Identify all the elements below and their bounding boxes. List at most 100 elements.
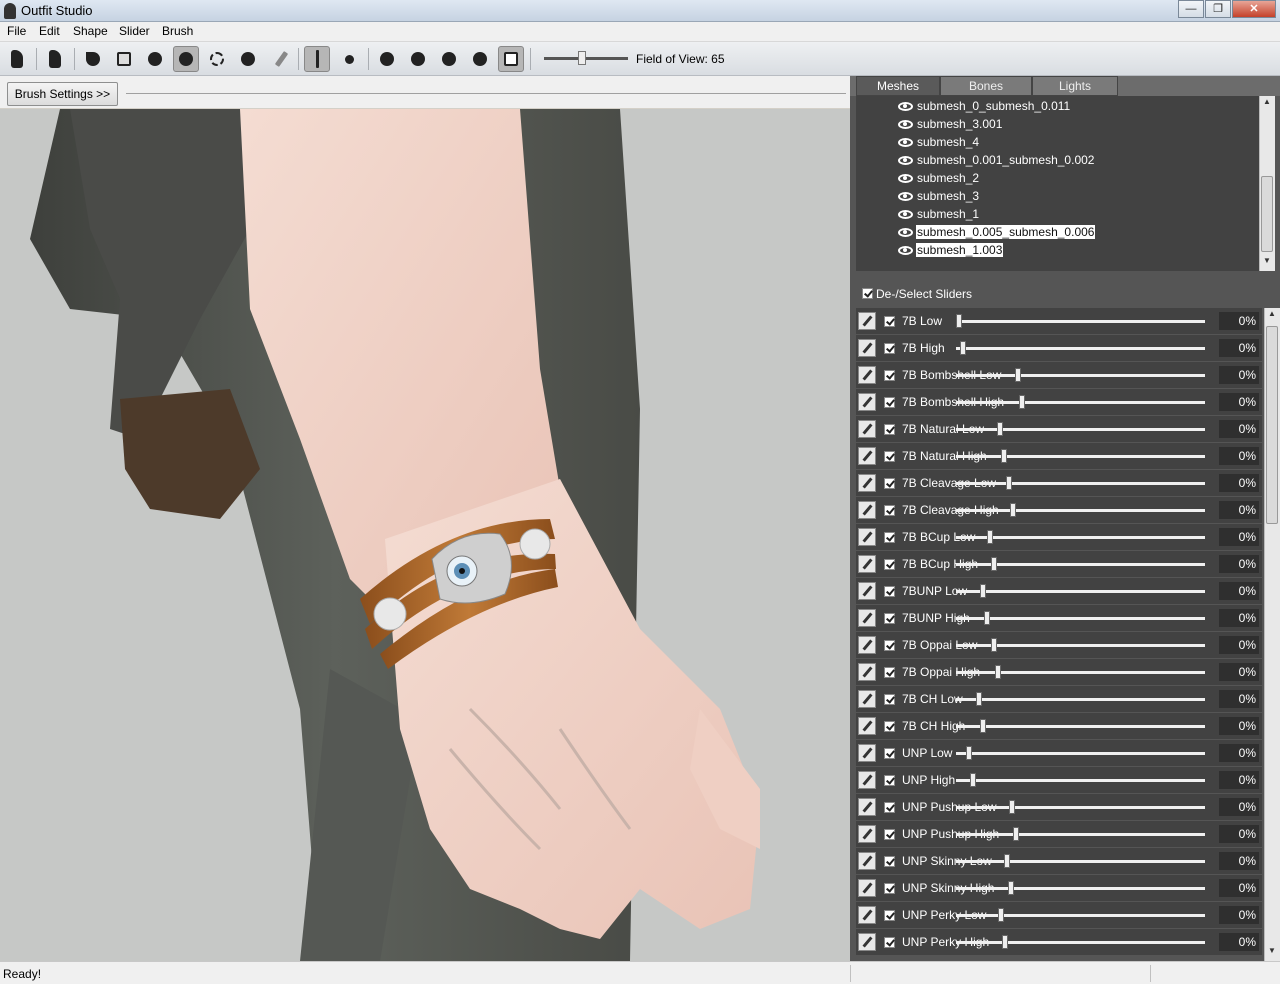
deflate-brush-icon[interactable] — [173, 46, 199, 72]
slider-value[interactable]: 0% — [1219, 582, 1259, 600]
scroll-down-icon[interactable]: ▼ — [1265, 946, 1279, 960]
slider-track[interactable] — [956, 374, 1205, 377]
mesh-row[interactable]: submesh_0.005_submesh_0.006 — [898, 223, 1096, 241]
slider-thumb[interactable] — [1009, 800, 1015, 814]
move-brush-icon[interactable] — [204, 46, 230, 72]
slider-track[interactable] — [956, 509, 1205, 512]
slider-track[interactable] — [956, 860, 1205, 863]
smooth-brush-icon[interactable] — [235, 46, 261, 72]
slider-thumb[interactable] — [970, 773, 976, 787]
visibility-eye-icon[interactable] — [898, 245, 913, 255]
view-back-icon[interactable] — [405, 46, 431, 72]
edit-slider-icon[interactable] — [858, 663, 876, 681]
select-brush-icon[interactable] — [80, 46, 106, 72]
slider-track[interactable] — [956, 779, 1205, 782]
slider-track[interactable] — [956, 941, 1205, 944]
slider-value[interactable]: 0% — [1219, 339, 1259, 357]
slider-value[interactable]: 0% — [1219, 906, 1259, 924]
slider-track[interactable] — [956, 455, 1205, 458]
slider-value[interactable]: 0% — [1219, 933, 1259, 951]
slider-checkbox[interactable] — [884, 775, 895, 786]
slider-thumb[interactable] — [1008, 881, 1014, 895]
slider-value[interactable]: 0% — [1219, 717, 1259, 735]
connected-only-icon[interactable] — [336, 46, 362, 72]
edit-slider-icon[interactable] — [858, 825, 876, 843]
slider-track[interactable] — [956, 482, 1205, 485]
slider-track[interactable] — [956, 725, 1205, 728]
visibility-eye-icon[interactable] — [898, 101, 913, 111]
slider-checkbox[interactable] — [884, 856, 895, 867]
visibility-eye-icon[interactable] — [898, 173, 913, 183]
field-of-view-slider[interactable] — [544, 57, 628, 60]
slider-checkbox[interactable] — [884, 829, 895, 840]
edit-slider-icon[interactable] — [858, 474, 876, 492]
slider-thumb[interactable] — [995, 665, 1001, 679]
slider-checkbox[interactable] — [884, 451, 895, 462]
edit-slider-icon[interactable] — [858, 582, 876, 600]
slider-thumb[interactable] — [966, 746, 972, 760]
slider-thumb[interactable] — [976, 692, 982, 706]
scroll-down-icon[interactable]: ▼ — [1260, 256, 1274, 270]
slider-checkbox[interactable] — [884, 505, 895, 516]
edit-slider-icon[interactable] — [858, 393, 876, 411]
slider-checkbox[interactable] — [884, 748, 895, 759]
edit-slider-icon[interactable] — [858, 798, 876, 816]
visibility-eye-icon[interactable] — [898, 227, 913, 237]
view-left-icon[interactable] — [436, 46, 462, 72]
slider-track[interactable] — [956, 833, 1205, 836]
edit-slider-icon[interactable] — [858, 771, 876, 789]
mesh-row[interactable]: submesh_0.001_submesh_0.002 — [898, 151, 1095, 169]
visibility-eye-icon[interactable] — [898, 119, 913, 129]
mesh-row[interactable]: submesh_1 — [898, 205, 980, 223]
close-button[interactable]: ✕ — [1232, 0, 1276, 18]
slider-thumb[interactable] — [991, 638, 997, 652]
edit-slider-icon[interactable] — [858, 636, 876, 654]
edit-slider-icon[interactable] — [858, 447, 876, 465]
edit-slider-icon[interactable] — [858, 312, 876, 330]
mesh-row[interactable]: submesh_3.001 — [898, 115, 1003, 133]
slider-checkbox[interactable] — [884, 667, 895, 678]
tab-lights[interactable]: Lights — [1032, 76, 1118, 96]
slider-track[interactable] — [956, 536, 1205, 539]
slider-checkbox[interactable] — [884, 694, 895, 705]
slider-checkbox[interactable] — [884, 721, 895, 732]
slider-checkbox[interactable] — [884, 640, 895, 651]
slider-value[interactable]: 0% — [1219, 744, 1259, 762]
slider-value[interactable]: 0% — [1219, 771, 1259, 789]
slider-value[interactable]: 0% — [1219, 825, 1259, 843]
slider-track[interactable] — [956, 347, 1205, 350]
slider-checkbox[interactable] — [884, 316, 895, 327]
slider-value[interactable]: 0% — [1219, 528, 1259, 546]
slider-checkbox[interactable] — [884, 532, 895, 543]
slider-track[interactable] — [956, 671, 1205, 674]
slider-track[interactable] — [956, 428, 1205, 431]
slider-track[interactable] — [956, 752, 1205, 755]
slider-track[interactable] — [956, 617, 1205, 620]
scroll-up-icon[interactable]: ▲ — [1265, 309, 1279, 323]
visibility-eye-icon[interactable] — [898, 137, 913, 147]
tab-bones[interactable]: Bones — [940, 76, 1032, 96]
edit-slider-icon[interactable] — [858, 339, 876, 357]
slider-track[interactable] — [956, 320, 1205, 323]
slider-track[interactable] — [956, 887, 1205, 890]
slider-thumb[interactable] — [984, 611, 990, 625]
slider-thumb[interactable] — [991, 557, 997, 571]
slider-thumb[interactable] — [980, 719, 986, 733]
slider-checkbox[interactable] — [884, 910, 895, 921]
slider-checkbox[interactable] — [884, 424, 895, 435]
slider-value[interactable]: 0% — [1219, 852, 1259, 870]
slider-track[interactable] — [956, 590, 1205, 593]
edit-slider-icon[interactable] — [858, 933, 876, 951]
slider-checkbox[interactable] — [884, 802, 895, 813]
slider-thumb[interactable] — [1015, 368, 1021, 382]
slider-value[interactable]: 0% — [1219, 879, 1259, 897]
slider-value[interactable]: 0% — [1219, 393, 1259, 411]
slider-value[interactable]: 0% — [1219, 447, 1259, 465]
menu-file[interactable]: File — [7, 24, 26, 38]
slider-track[interactable] — [956, 698, 1205, 701]
edit-slider-icon[interactable] — [858, 609, 876, 627]
slider-thumb[interactable] — [1004, 854, 1010, 868]
mesh-list-scrollbar[interactable]: ▲ ▼ — [1259, 96, 1275, 271]
edit-slider-icon[interactable] — [858, 744, 876, 762]
mask-brush-icon[interactable] — [111, 46, 137, 72]
